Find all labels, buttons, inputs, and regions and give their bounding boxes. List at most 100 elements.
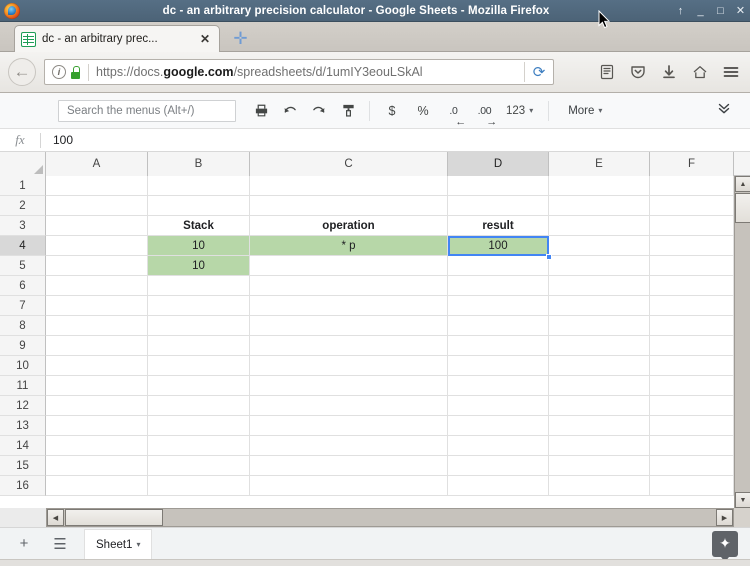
cell-D2[interactable] <box>448 196 549 216</box>
cell-E5[interactable] <box>549 256 650 276</box>
site-info-icon[interactable]: i <box>52 65 66 79</box>
cell-F2[interactable] <box>650 196 734 216</box>
scroll-right-arrow-icon[interactable]: ▶ <box>716 509 733 526</box>
cell-F4[interactable] <box>650 236 734 256</box>
cell-C2[interactable] <box>250 196 448 216</box>
explore-icon[interactable]: ✦ <box>712 530 738 562</box>
cell-B3[interactable]: Stack <box>148 216 250 236</box>
cell-B9[interactable] <box>148 336 250 356</box>
row-header-11[interactable]: 11 <box>0 376 46 396</box>
cell-A15[interactable] <box>46 456 148 476</box>
add-sheet-button[interactable]: + <box>12 532 36 556</box>
currency-format-button[interactable]: $ <box>381 99 403 123</box>
cell-F14[interactable] <box>650 436 734 456</box>
cell-B5[interactable]: 10 <box>148 256 250 276</box>
cell-C16[interactable] <box>250 476 448 496</box>
cell-E13[interactable] <box>549 416 650 436</box>
cell-A11[interactable] <box>46 376 148 396</box>
percent-format-button[interactable]: % <box>412 99 434 123</box>
cell-F12[interactable] <box>650 396 734 416</box>
cell-E8[interactable] <box>549 316 650 336</box>
column-header-b[interactable]: B <box>148 152 250 176</box>
cell-A7[interactable] <box>46 296 148 316</box>
row-header-2[interactable]: 2 <box>0 196 46 216</box>
cell-F16[interactable] <box>650 476 734 496</box>
cell-A14[interactable] <box>46 436 148 456</box>
cell-C4[interactable]: * p <box>250 236 448 256</box>
library-icon[interactable] <box>591 57 622 87</box>
select-all-corner[interactable] <box>0 152 46 176</box>
cell-A1[interactable] <box>46 176 148 196</box>
row-header-13[interactable]: 13 <box>0 416 46 436</box>
browser-tab[interactable]: dc - an arbitrary prec... ✕ <box>14 25 220 52</box>
scroll-up-arrow-icon[interactable]: ▲ <box>735 176 750 192</box>
row-header-12[interactable]: 12 <box>0 396 46 416</box>
increase-decimal-button[interactable]: .00 → <box>474 99 498 128</box>
cell-A2[interactable] <box>46 196 148 216</box>
cell-E11[interactable] <box>549 376 650 396</box>
cell-C7[interactable] <box>250 296 448 316</box>
cell-E10[interactable] <box>549 356 650 376</box>
cell-C14[interactable] <box>250 436 448 456</box>
formula-bar-value[interactable]: 100 <box>41 133 73 147</box>
row-header-1[interactable]: 1 <box>0 176 46 196</box>
cell-D10[interactable] <box>448 356 549 376</box>
cell-B16[interactable] <box>148 476 250 496</box>
cell-C8[interactable] <box>250 316 448 336</box>
row-header-5[interactable]: 5 <box>0 256 46 276</box>
cell-D16[interactable] <box>448 476 549 496</box>
cell-E7[interactable] <box>549 296 650 316</box>
cell-D11[interactable] <box>448 376 549 396</box>
cell-B15[interactable] <box>148 456 250 476</box>
cell-E2[interactable] <box>549 196 650 216</box>
cell-A9[interactable] <box>46 336 148 356</box>
column-header-a[interactable]: A <box>46 152 148 176</box>
window-close-button[interactable]: ✕ <box>735 5 746 17</box>
cell-E3[interactable] <box>549 216 650 236</box>
cell-F11[interactable] <box>650 376 734 396</box>
cell-B13[interactable] <box>148 416 250 436</box>
vertical-scroll-thumb[interactable] <box>735 193 750 223</box>
cell-B7[interactable] <box>148 296 250 316</box>
row-header-15[interactable]: 15 <box>0 456 46 476</box>
tab-close-icon[interactable]: ✕ <box>197 32 213 46</box>
cell-B4[interactable]: 10 <box>148 236 250 256</box>
home-icon[interactable] <box>684 57 715 87</box>
cell-F5[interactable] <box>650 256 734 276</box>
cell-A4[interactable] <box>46 236 148 256</box>
cell-A5[interactable] <box>46 256 148 276</box>
cell-B2[interactable] <box>148 196 250 216</box>
scroll-down-arrow-icon[interactable]: ▼ <box>735 492 750 508</box>
horizontal-scrollbar[interactable]: ◀ ▶ <box>46 508 734 527</box>
row-header-16[interactable]: 16 <box>0 476 46 496</box>
row-header-14[interactable]: 14 <box>0 436 46 456</box>
cell-B12[interactable] <box>148 396 250 416</box>
cell-E9[interactable] <box>549 336 650 356</box>
cell-B1[interactable] <box>148 176 250 196</box>
cell-D5[interactable] <box>448 256 549 276</box>
cell-C5[interactable] <box>250 256 448 276</box>
cell-F9[interactable] <box>650 336 734 356</box>
cell-C3[interactable]: operation <box>250 216 448 236</box>
cell-C13[interactable] <box>250 416 448 436</box>
cell-D13[interactable] <box>448 416 549 436</box>
row-header-10[interactable]: 10 <box>0 356 46 376</box>
cell-E16[interactable] <box>549 476 650 496</box>
redo-icon[interactable] <box>308 99 330 123</box>
row-header-8[interactable]: 8 <box>0 316 46 336</box>
cell-F7[interactable] <box>650 296 734 316</box>
new-tab-button[interactable]: ✛ <box>232 30 249 49</box>
column-header-d[interactable]: D <box>448 152 549 176</box>
cell-C1[interactable] <box>250 176 448 196</box>
url-bar[interactable]: i https://docs.google.com/spreadsheets/d… <box>44 59 554 85</box>
row-header-7[interactable]: 7 <box>0 296 46 316</box>
cell-D9[interactable] <box>448 336 549 356</box>
cell-C12[interactable] <box>250 396 448 416</box>
cell-B6[interactable] <box>148 276 250 296</box>
bookmark-star-icon[interactable] <box>560 57 591 87</box>
row-header-3[interactable]: 3 <box>0 216 46 236</box>
number-format-dropdown[interactable]: 123 ▾ <box>503 99 536 123</box>
cell-A16[interactable] <box>46 476 148 496</box>
cell-D14[interactable] <box>448 436 549 456</box>
sheet-tab[interactable]: Sheet1 ▾ <box>84 529 153 559</box>
